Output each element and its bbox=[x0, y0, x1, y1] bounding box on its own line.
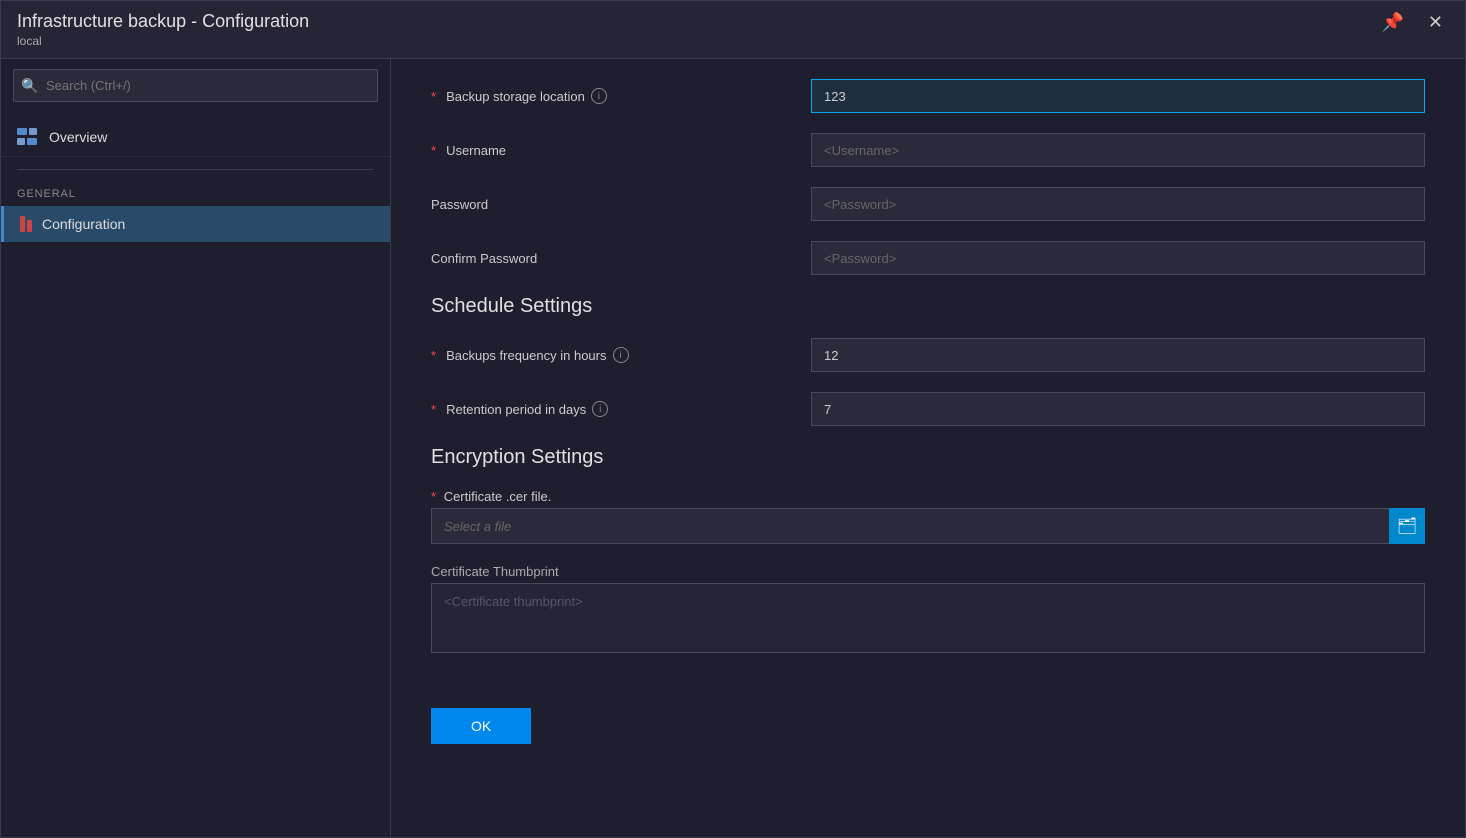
password-input[interactable] bbox=[811, 187, 1425, 221]
general-section-label: GENERAL bbox=[1, 182, 390, 206]
retention-label: Retention period in days bbox=[446, 402, 586, 417]
folder-icon: 🗂 bbox=[1397, 516, 1417, 536]
search-box: 🔍 bbox=[13, 69, 378, 102]
required-star-3: * bbox=[431, 348, 436, 363]
file-row: 🗂 bbox=[431, 508, 1425, 544]
configuration-icon bbox=[20, 216, 32, 232]
username-label-container: * Username bbox=[431, 143, 811, 158]
password-label: Password bbox=[431, 197, 488, 212]
retention-row: * Retention period in days i bbox=[431, 392, 1425, 426]
password-label-container: Password bbox=[431, 197, 811, 212]
pin-button[interactable]: 📌 bbox=[1375, 11, 1409, 33]
backup-location-label: Backup storage location bbox=[446, 89, 585, 104]
sidebar: 🔍 Overview GENERA bbox=[1, 59, 391, 837]
encryption-section-heading: Encryption Settings bbox=[431, 446, 1425, 469]
title-bar: Infrastructure backup - Configuration lo… bbox=[1, 1, 1465, 59]
frequency-label: Backups frequency in hours bbox=[446, 348, 606, 363]
cert-thumbprint-label: Certificate Thumbprint bbox=[431, 564, 1425, 579]
backup-location-row: * Backup storage location i bbox=[431, 79, 1425, 113]
username-input[interactable] bbox=[811, 133, 1425, 167]
confirm-password-row: Confirm Password bbox=[431, 241, 1425, 275]
retention-info-icon[interactable]: i bbox=[592, 401, 608, 417]
cert-thumbprint-section: Certificate Thumbprint bbox=[431, 564, 1425, 658]
required-star-4: * bbox=[431, 402, 436, 417]
file-input[interactable] bbox=[431, 508, 1389, 544]
overview-label: Overview bbox=[49, 129, 107, 145]
configuration-label: Configuration bbox=[42, 216, 125, 232]
overview-icon bbox=[17, 128, 39, 146]
main-content: 🔍 Overview GENERA bbox=[1, 59, 1465, 837]
username-row: * Username bbox=[431, 133, 1425, 167]
confirm-password-label-container: Confirm Password bbox=[431, 251, 811, 266]
required-star-5: * bbox=[431, 489, 436, 504]
file-browse-button[interactable]: 🗂 bbox=[1389, 508, 1425, 544]
required-star-1: * bbox=[431, 89, 436, 104]
ok-button[interactable]: OK bbox=[431, 708, 531, 744]
search-input[interactable] bbox=[13, 69, 378, 102]
frequency-label-container: * Backups frequency in hours i bbox=[431, 347, 811, 363]
app-window: Infrastructure backup - Configuration lo… bbox=[0, 0, 1466, 838]
sidebar-item-overview[interactable]: Overview bbox=[1, 118, 390, 157]
sidebar-divider bbox=[17, 169, 374, 170]
frequency-info-icon[interactable]: i bbox=[613, 347, 629, 363]
backup-location-label-container: * Backup storage location i bbox=[431, 88, 811, 104]
search-icon: 🔍 bbox=[21, 77, 38, 94]
title-bar-left: Infrastructure backup - Configuration lo… bbox=[17, 11, 309, 48]
backup-location-info-icon[interactable]: i bbox=[591, 88, 607, 104]
confirm-password-label: Confirm Password bbox=[431, 251, 537, 266]
confirm-password-input[interactable] bbox=[811, 241, 1425, 275]
cert-thumbprint-textarea[interactable] bbox=[431, 583, 1425, 653]
title-bar-controls: 📌 ✕ bbox=[1375, 11, 1449, 33]
required-star-2: * bbox=[431, 143, 436, 158]
frequency-row: * Backups frequency in hours i bbox=[431, 338, 1425, 372]
window-title: Infrastructure backup - Configuration bbox=[17, 11, 309, 32]
username-label: Username bbox=[446, 143, 506, 158]
schedule-section-heading: Schedule Settings bbox=[431, 295, 1425, 318]
password-row: Password bbox=[431, 187, 1425, 221]
window-subtitle: local bbox=[17, 34, 309, 48]
form-area: * Backup storage location i * Username P… bbox=[391, 59, 1465, 837]
cert-file-section: * Certificate .cer file. 🗂 bbox=[431, 489, 1425, 544]
sidebar-item-configuration[interactable]: Configuration bbox=[1, 206, 390, 242]
backup-location-input[interactable] bbox=[811, 79, 1425, 113]
retention-label-container: * Retention period in days i bbox=[431, 401, 811, 417]
frequency-input[interactable] bbox=[811, 338, 1425, 372]
close-button[interactable]: ✕ bbox=[1422, 11, 1449, 33]
retention-input[interactable] bbox=[811, 392, 1425, 426]
cert-file-label: * Certificate .cer file. bbox=[431, 489, 1425, 504]
